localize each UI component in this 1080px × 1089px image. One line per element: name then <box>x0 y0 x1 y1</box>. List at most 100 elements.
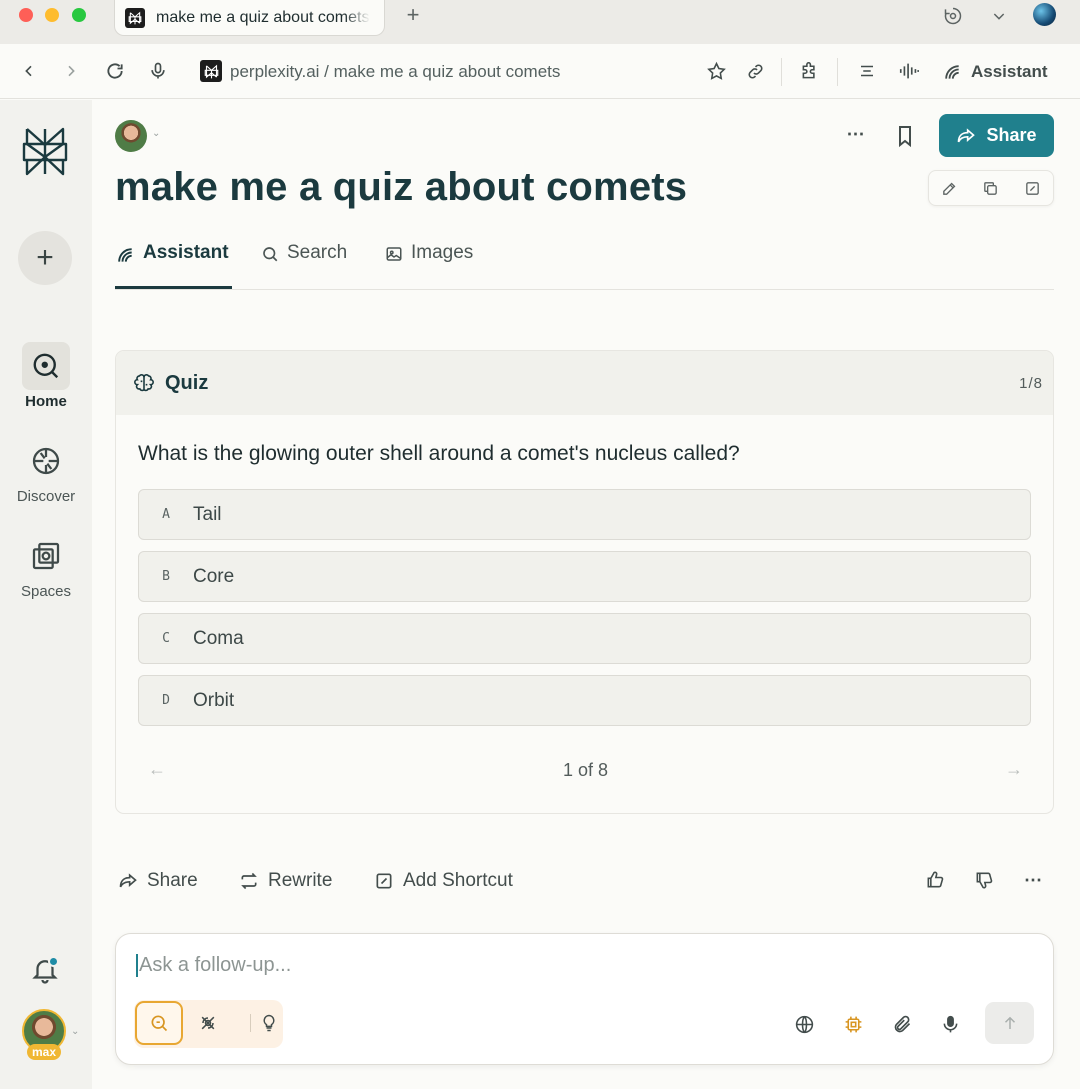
reader-icon[interactable] <box>855 59 879 83</box>
active-tab-indicator <box>115 286 232 289</box>
edit-pencil-icon[interactable] <box>940 178 960 198</box>
tab-label: Assistant <box>143 242 229 263</box>
share-answer-button[interactable]: Share <box>118 866 198 896</box>
tab-label: Images <box>411 242 474 263</box>
assistant-label: Assistant <box>971 62 1048 81</box>
share-arrow-icon <box>119 873 137 888</box>
home-icon <box>33 353 59 379</box>
sidebar-item-discover[interactable]: Discover <box>0 437 92 505</box>
toolbar-divider <box>837 58 838 86</box>
assistant-button[interactable]: Assistant <box>942 58 1048 86</box>
microphone-icon[interactable] <box>146 59 170 83</box>
repeat-icon <box>241 872 257 890</box>
option-letter: A <box>162 507 170 522</box>
follow-up-input[interactable] <box>136 954 1016 977</box>
bookmark-icon[interactable] <box>893 124 917 148</box>
address-bar[interactable]: perplexity.ai / make me a quiz about com… <box>230 62 560 82</box>
assistant-icon <box>945 65 959 79</box>
quiz-option-c[interactable]: C Coma <box>138 613 1031 664</box>
tab-search[interactable]: Search <box>261 240 347 290</box>
assistant-icon <box>118 248 132 262</box>
search-icon <box>151 1015 168 1032</box>
globe-icon[interactable] <box>792 1012 816 1036</box>
sidebar-item-spaces[interactable]: Spaces <box>0 532 92 600</box>
option-text: Coma <box>193 627 244 649</box>
sidebar-item-label: Home <box>25 393 67 410</box>
labs-mode-button[interactable] <box>256 1010 282 1036</box>
quiz-counter: 1/8 <box>1019 375 1043 392</box>
research-icon <box>201 1016 215 1030</box>
quiz-label: Quiz <box>165 371 209 394</box>
more-options-icon[interactable]: ⋯ <box>844 124 868 148</box>
option-text: Core <box>193 565 235 587</box>
new-tab-button[interactable]: + <box>403 4 423 26</box>
paperclip-icon[interactable] <box>890 1012 914 1036</box>
new-thread-button[interactable]: + <box>18 231 72 285</box>
rewrite-button[interactable]: Rewrite <box>239 866 332 896</box>
quiz-page-count: 1 of 8 <box>562 760 609 780</box>
link-icon[interactable] <box>743 59 767 83</box>
chevron-down-icon[interactable]: ⌄ <box>71 1026 79 1037</box>
chevron-down-icon[interactable]: ⌄ <box>152 128 160 139</box>
add-shortcut-button[interactable]: Add Shortcut <box>374 866 513 896</box>
search-icon <box>263 247 278 262</box>
perplexity-logo-icon[interactable] <box>22 126 68 176</box>
brain-icon <box>134 374 154 392</box>
page-title: make me a quiz about comets <box>115 165 688 209</box>
plan-badge: max <box>27 1044 61 1060</box>
option-letter: B <box>162 569 170 584</box>
tab-assistant[interactable]: Assistant <box>115 240 229 290</box>
forward-icon[interactable] <box>59 59 83 83</box>
share-label: Share <box>986 125 1037 145</box>
mode-divider <box>250 1014 251 1032</box>
maximize-window-button[interactable] <box>72 8 86 22</box>
microphone-icon[interactable] <box>938 1012 962 1036</box>
search-mode-button[interactable] <box>135 1001 183 1045</box>
tab-title: make me a quiz about comets <box>156 8 370 26</box>
model-chip-icon[interactable] <box>841 1012 865 1036</box>
extensions-icon[interactable] <box>797 59 821 83</box>
tab-images[interactable]: Images <box>385 240 473 290</box>
quiz-option-d[interactable]: D Orbit <box>138 675 1031 726</box>
main-content: ⌄ ⋯ Share make me a quiz about comets As… <box>92 100 1080 1089</box>
browser-profile-icon[interactable] <box>1033 3 1056 26</box>
share-button[interactable]: Share <box>939 114 1054 157</box>
minimize-window-button[interactable] <box>45 8 59 22</box>
perplexity-favicon-icon <box>200 60 222 82</box>
more-options-icon[interactable]: ⋯ <box>1021 868 1045 892</box>
author-avatar[interactable] <box>115 120 147 152</box>
shortcut-icon[interactable] <box>1022 178 1042 198</box>
research-mode-button[interactable] <box>195 1010 221 1036</box>
quiz-option-b[interactable]: B Core <box>138 551 1031 602</box>
option-letter: C <box>162 631 170 646</box>
sidebar-item-home[interactable]: Home <box>0 342 92 410</box>
notification-dot <box>48 956 59 967</box>
perplexity-favicon-icon <box>125 7 145 28</box>
star-icon[interactable] <box>704 59 728 83</box>
thumbs-down-icon[interactable] <box>972 868 996 892</box>
share-label: Share <box>147 870 198 891</box>
image-icon <box>386 247 402 261</box>
quiz-question: What is the glowing outer shell around a… <box>138 442 740 465</box>
back-icon[interactable] <box>17 59 41 83</box>
quiz-header: Quiz 1/8 <box>116 351 1053 415</box>
option-text: Tail <box>193 503 222 525</box>
send-button[interactable] <box>985 1002 1034 1044</box>
browser-toolbar: perplexity.ai / make me a quiz about com… <box>0 44 1080 99</box>
quiz-option-a[interactable]: A Tail <box>138 489 1031 540</box>
copy-icon[interactable] <box>981 178 1001 198</box>
arrow-right-icon[interactable]: → <box>1005 759 1023 780</box>
browser-tab[interactable]: make me a quiz about comets <box>114 0 385 36</box>
follow-up-composer <box>115 933 1054 1065</box>
search-mode-selector <box>134 1000 283 1048</box>
option-letter: D <box>162 693 170 708</box>
answer-tabs: Assistant Search Images <box>115 240 1054 290</box>
browser-titlebar: make me a quiz about comets + <box>0 0 1080 44</box>
reload-icon[interactable] <box>103 59 127 83</box>
voice-wave-icon[interactable] <box>897 59 921 83</box>
close-window-button[interactable] <box>19 8 33 22</box>
thumbs-up-icon[interactable] <box>923 868 947 892</box>
chevron-down-icon[interactable] <box>988 5 1010 27</box>
focus-icon[interactable] <box>942 5 964 27</box>
quiz-card: Quiz 1/8 What is the glowing outer shell… <box>115 350 1054 814</box>
